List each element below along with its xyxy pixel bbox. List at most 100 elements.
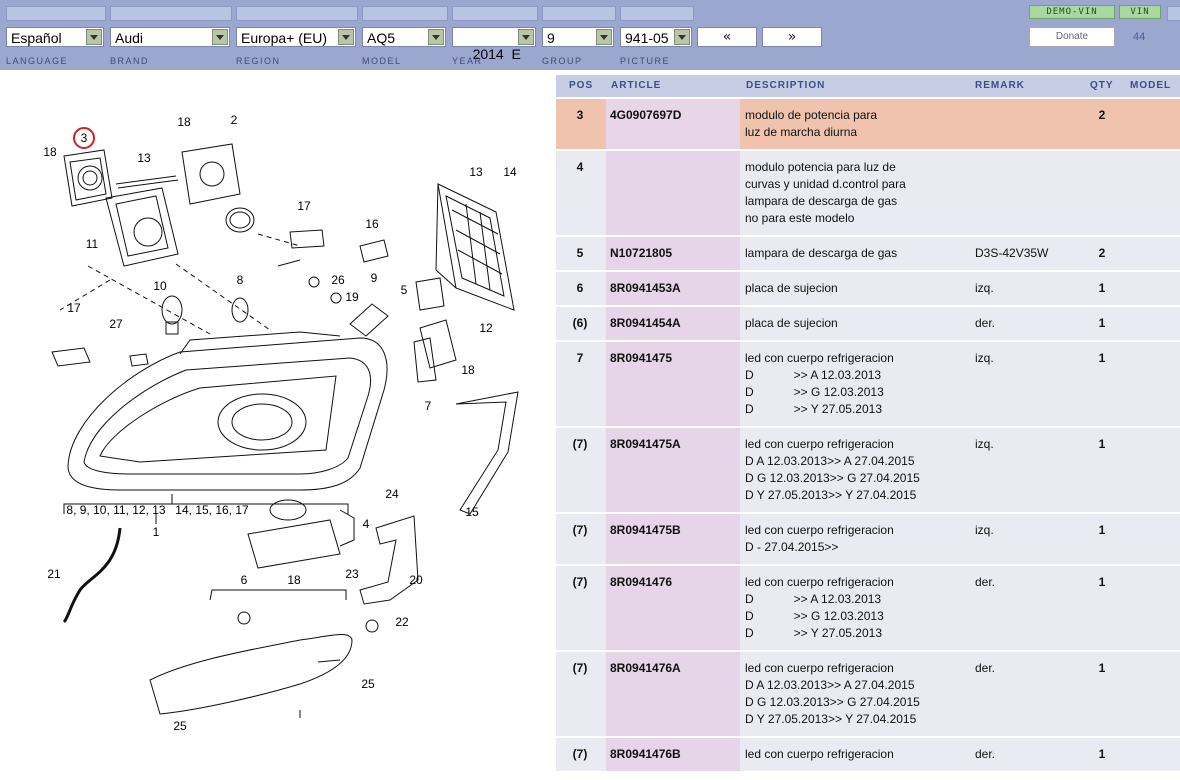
pos-cell: (7) [572,575,588,589]
table-row[interactable]: (7) 8R0941476 led con cuerpo refrigeracion… [556,566,1180,652]
col-article[interactable]: ARTICLE [611,75,661,97]
region-select[interactable]: Europa+ (EU) [236,27,356,47]
col-model[interactable]: MODEL [1130,75,1171,97]
diagram-callout[interactable]: 15 [465,505,479,519]
col-pos[interactable]: POS [569,75,593,97]
diagram-callout[interactable]: 6 [241,573,248,587]
col-remark[interactable]: REMARK [975,75,1025,97]
diagram-callout[interactable]: 3 [81,131,88,145]
table-row[interactable]: (7) 8R0941475B led con cuerpo refrigeracio… [556,514,1180,566]
demo-vin-button[interactable]: DEMO-VIN [1029,5,1115,19]
table-row[interactable]: (6) 8R0941454A placa de sujecion der. 1 [556,307,1180,342]
diagram-callout[interactable]: 27 [109,317,123,331]
top-tab-region[interactable] [236,6,358,21]
diagram-callout[interactable]: 13 [469,165,483,179]
diagram-callout[interactable]: 18 [43,145,57,159]
qty-cell: 1 [1098,523,1106,537]
diagram-callout[interactable]: 11 [86,237,99,251]
top-tab-picture[interactable] [620,6,694,21]
table-row[interactable]: 3 4G0907697D modulo de potencia para luz d… [556,99,1180,151]
diagram-callout[interactable]: 4 [363,517,370,531]
brand-select[interactable]: Audi [110,27,230,47]
diagram-callout[interactable]: 18 [461,363,475,377]
diagram-callout[interactable]: 25 [361,677,375,691]
diagram-callout[interactable]: 1 [153,525,160,539]
pos-cell: (7) [572,747,588,761]
diagram-callout[interactable]: 8 [237,273,244,287]
chevron-down-icon[interactable] [428,29,444,45]
description-cell: placa de sujecion [745,316,838,330]
top-tab-brand[interactable] [110,6,232,21]
table-row[interactable]: 4 modulo potencia para luz de curvas y un… [556,151,1180,237]
chevron-down-icon[interactable] [338,29,354,45]
diagram-callout[interactable]: 21 [47,567,61,581]
diagram-callout[interactable]: 18 [287,573,301,587]
chevron-down-icon[interactable] [674,29,690,45]
qty-cell: 1 [1098,437,1106,451]
chevron-down-icon[interactable] [518,29,534,45]
diagram-callout[interactable]: 16 [365,217,379,231]
diagram-callout[interactable]: 14 [503,165,517,179]
vin-button[interactable]: VIN [1119,5,1161,19]
top-tab-year[interactable] [452,6,538,21]
table-row[interactable]: (7) 8R0941476A led con cuerpo refrigeracio… [556,652,1180,738]
diagram-callout[interactable]: 5 [401,283,408,297]
diagram-callout[interactable]: 23 [345,567,359,581]
col-description[interactable]: DESCRIPTION [746,75,825,97]
article-cell[interactable]: 8R0941475A [610,436,681,453]
table-row[interactable]: (7) 8R0941475A led con cuerpo refrigeracio… [556,428,1180,514]
diagram-callout[interactable]: 7 [425,399,432,413]
year-select[interactable]: 2014 E [452,27,536,62]
diagram-group-label: 8, 9, 10, 11, 12, 13 [66,503,166,517]
region-select-value: Europa+ (EU) [241,30,327,46]
diagram-callout[interactable]: 17 [67,301,81,315]
group-select[interactable]: 9 [542,27,614,47]
article-cell-bg [606,151,740,235]
top-tab-group[interactable] [542,6,616,21]
article-cell[interactable]: 8R0941475 [610,350,672,367]
article-cell[interactable]: 8R0941476A [610,660,681,677]
diagram-callout[interactable]: 18 [177,115,191,129]
article-cell[interactable]: N10721805 [610,245,672,262]
diagram-callout[interactable]: 12 [479,321,493,335]
diagram-callout[interactable]: 2 [231,113,238,127]
article-cell[interactable]: 8R0941476 [610,574,672,591]
language-select[interactable]: Español [6,27,104,47]
article-cell[interactable]: 8R0941453A [610,280,681,297]
table-row[interactable]: 5 N10721805 lampara de descarga de gas D3S-… [556,237,1180,272]
diagram-callout[interactable]: 9 [371,271,378,285]
diagram-callout[interactable]: 10 [153,279,167,293]
diagram-callout[interactable]: 17 [297,199,311,213]
chevron-down-icon[interactable] [212,29,228,45]
model-select[interactable]: AQ5 [362,27,446,47]
donate-button[interactable]: Donate [1029,27,1115,47]
table-row[interactable]: (7) 8R0941476B led con cuerpo refrigeracio… [556,738,1180,773]
top-tab-extra[interactable] [1167,6,1180,21]
qty-cell: 1 [1098,575,1106,589]
diagram-callout[interactable]: 20 [409,573,423,587]
article-cell[interactable]: 8R0941476B [610,746,681,763]
diagram-callout[interactable]: 24 [385,487,399,501]
article-cell[interactable]: 8R0941475B [610,522,681,539]
diagram-callout[interactable]: 22 [395,615,409,629]
col-qty[interactable]: QTY [1090,75,1114,97]
pos-cell: 4 [576,160,584,174]
article-cell[interactable]: 4G0907697D [610,107,681,124]
diagram-callout[interactable]: 19 [345,290,359,304]
description-cell: modulo de potencia para luz de marcha di… [745,108,878,139]
remark-cell: izq. [975,281,994,295]
diagram-callout[interactable]: 25 [173,719,187,733]
diagram-callout[interactable]: 13 [137,151,151,165]
chevron-down-icon[interactable] [596,29,612,45]
picture-select[interactable]: 941-05 [620,27,692,47]
diagram-callout[interactable]: 26 [331,273,345,287]
table-row[interactable]: 6 8R0941453A placa de sujecion izq. 1 [556,272,1180,307]
article-cell[interactable]: 8R0941454A [610,315,681,332]
prev-picture-button[interactable]: « [697,27,757,47]
top-tab-model[interactable] [362,6,448,21]
table-row[interactable]: 7 8R0941475 led con cuerpo refrigeracion D… [556,342,1180,428]
pos-cell: (6) [572,316,588,330]
chevron-down-icon[interactable] [86,29,102,45]
top-tab-language[interactable] [6,6,106,21]
next-picture-button[interactable]: » [762,27,822,47]
